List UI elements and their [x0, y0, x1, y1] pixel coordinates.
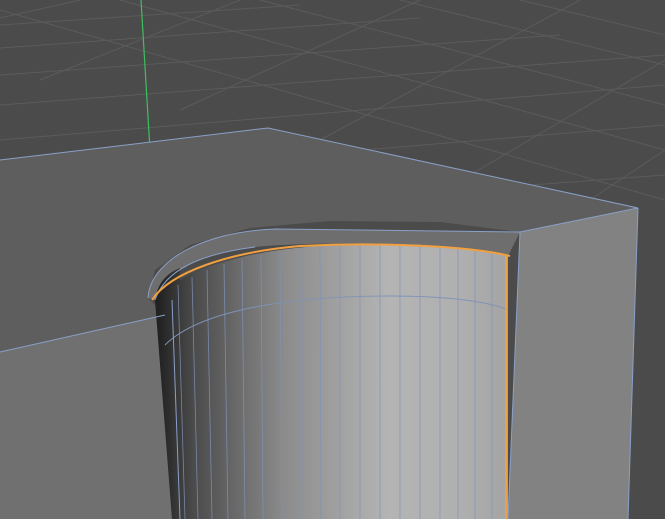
cylinder-body[interactable] — [165, 243, 508, 519]
viewport-scene[interactable] — [0, 0, 665, 519]
block-right-face[interactable] — [508, 208, 638, 519]
3d-viewport[interactable] — [0, 0, 665, 519]
